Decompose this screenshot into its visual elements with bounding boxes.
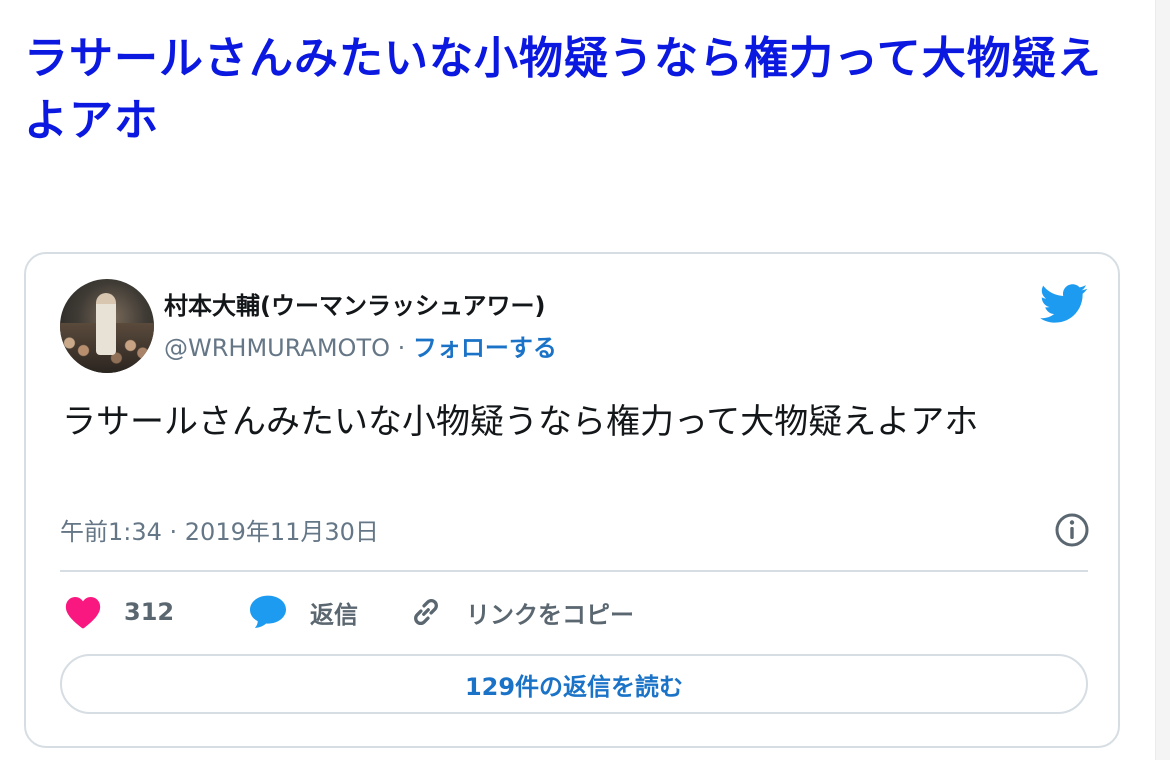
handle-separator: ·	[390, 334, 413, 362]
like-button[interactable]: 312	[64, 590, 174, 634]
heart-icon	[65, 597, 101, 629]
handle-row: @WRHMURAMOTO · フォローする	[164, 328, 557, 363]
tweet-timestamp[interactable]: 午前1:34 · 2019年11月30日	[60, 512, 379, 547]
link-icon	[414, 599, 438, 625]
follow-link[interactable]: フォローする	[413, 334, 557, 362]
author-name[interactable]: 村本大輔(ウーマンラッシュアワー)	[164, 286, 545, 321]
info-icon[interactable]	[1054, 512, 1090, 548]
copy-link-button[interactable]: リンクをコピー	[408, 590, 634, 634]
copy-link-label: リンクをコピー	[466, 600, 634, 629]
embedded-tweet-card: 村本大輔(ウーマンラッシュアワー) @WRHMURAMOTO · フォローする …	[24, 252, 1120, 748]
scrollbar-track[interactable]	[1155, 0, 1170, 760]
reply-button[interactable]: 返信	[248, 590, 358, 634]
tweet-text: ラサールさんみたいな小物疑うなら権力って大物疑えよアホ	[62, 402, 979, 442]
avatar[interactable]	[60, 279, 154, 373]
divider	[60, 570, 1088, 572]
reply-bubble-icon	[250, 595, 286, 628]
twitter-bird-icon[interactable]	[1040, 284, 1088, 324]
reply-label: 返信	[310, 600, 358, 629]
read-replies-button[interactable]: 129件の返信を読む	[60, 654, 1088, 714]
like-count: 312	[124, 598, 175, 626]
tweet-actions: 312 返信 リンクをコピー	[64, 590, 1084, 634]
page-title: ラサールさんみたいな小物疑うなら権力って大物疑えよアホ	[24, 33, 1102, 146]
author-handle[interactable]: @WRHMURAMOTO	[164, 334, 390, 362]
